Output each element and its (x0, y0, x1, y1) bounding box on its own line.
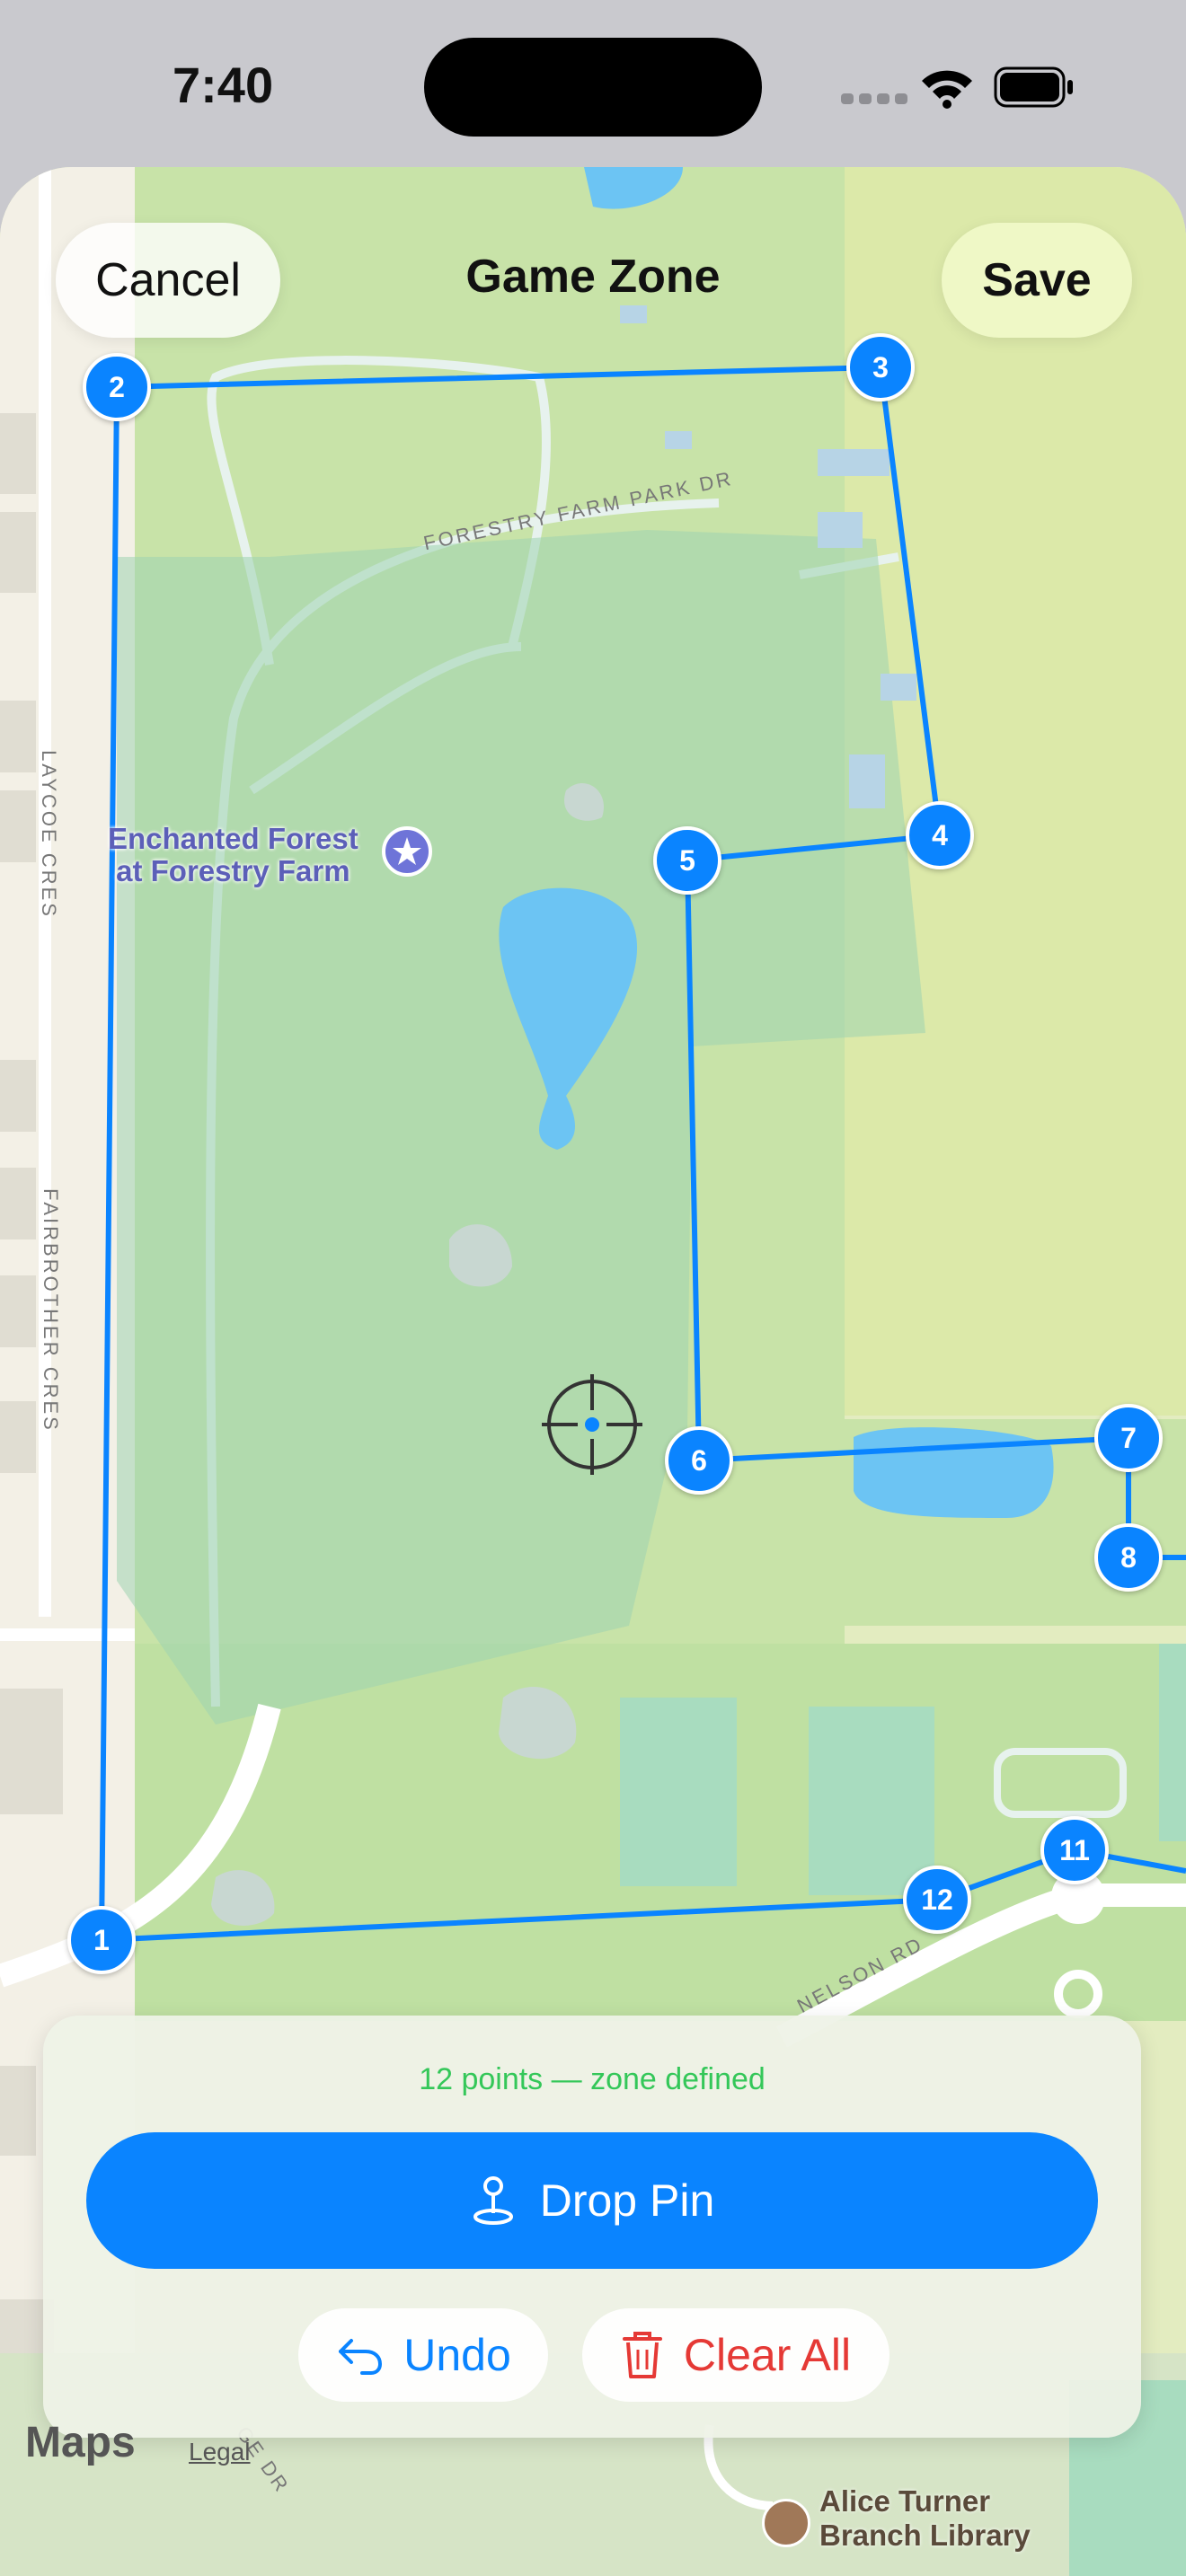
library-label[interactable]: Alice Turner Branch Library (819, 2484, 1031, 2553)
save-button[interactable]: Save (942, 223, 1132, 338)
apple-maps-logo: Maps (25, 2419, 136, 2466)
dynamic-island (424, 38, 762, 137)
wifi-icon (922, 70, 972, 109)
clear-all-label: Clear All (683, 2330, 852, 2380)
page-title: Game Zone (465, 251, 721, 303)
pin-drop-icon (470, 2174, 517, 2228)
library-icon (762, 2499, 810, 2547)
drop-pin-label: Drop Pin (539, 2175, 715, 2226)
zone-pin-2[interactable]: 2 (83, 353, 151, 421)
cancel-button[interactable]: Cancel (56, 223, 280, 338)
zone-editor-sheet: FORESTRY FARM PARK DR LAYCOE CRES FAIRBR… (0, 167, 1186, 2576)
zone-pin-12[interactable]: 12 (903, 1866, 971, 1934)
street-label: LAYCOE CRES (37, 750, 60, 919)
legal-link[interactable]: Legal (189, 2438, 251, 2466)
zone-pin-3[interactable]: 3 (846, 333, 915, 401)
zone-pin-5[interactable]: 5 (653, 826, 721, 895)
battery-icon (994, 66, 1073, 108)
star-poi-icon[interactable] (380, 825, 434, 878)
zone-pin-1[interactable]: 1 (67, 1906, 136, 1974)
status-bar: 7:40 (0, 0, 1186, 171)
zone-pin-11[interactable]: 11 (1040, 1816, 1109, 1884)
undo-button[interactable]: Undo (298, 2308, 548, 2402)
zone-pin-6[interactable]: 6 (665, 1426, 733, 1495)
undo-arrow-icon (335, 2335, 384, 2375)
poi-enchanted-forest[interactable]: Enchanted Forest at Forestry Farm (108, 823, 358, 887)
cellular-signal-icon (841, 93, 907, 104)
zone-pin-4[interactable]: 4 (906, 801, 974, 869)
trash-icon (621, 2330, 664, 2380)
zone-pin-8[interactable]: 8 (1094, 1523, 1163, 1592)
zone-pin-7[interactable]: 7 (1094, 1404, 1163, 1472)
drop-pin-button[interactable]: Drop Pin (86, 2132, 1098, 2269)
clear-all-button[interactable]: Clear All (582, 2308, 890, 2402)
status-time: 7:40 (173, 57, 274, 113)
zone-controls-panel: 12 points — zone defined Drop Pin Undo C… (43, 2016, 1141, 2438)
street-label: FAIRBROTHER CRES (39, 1188, 62, 1433)
undo-label: Undo (403, 2330, 511, 2380)
zone-status: 12 points — zone defined (419, 2062, 766, 2096)
